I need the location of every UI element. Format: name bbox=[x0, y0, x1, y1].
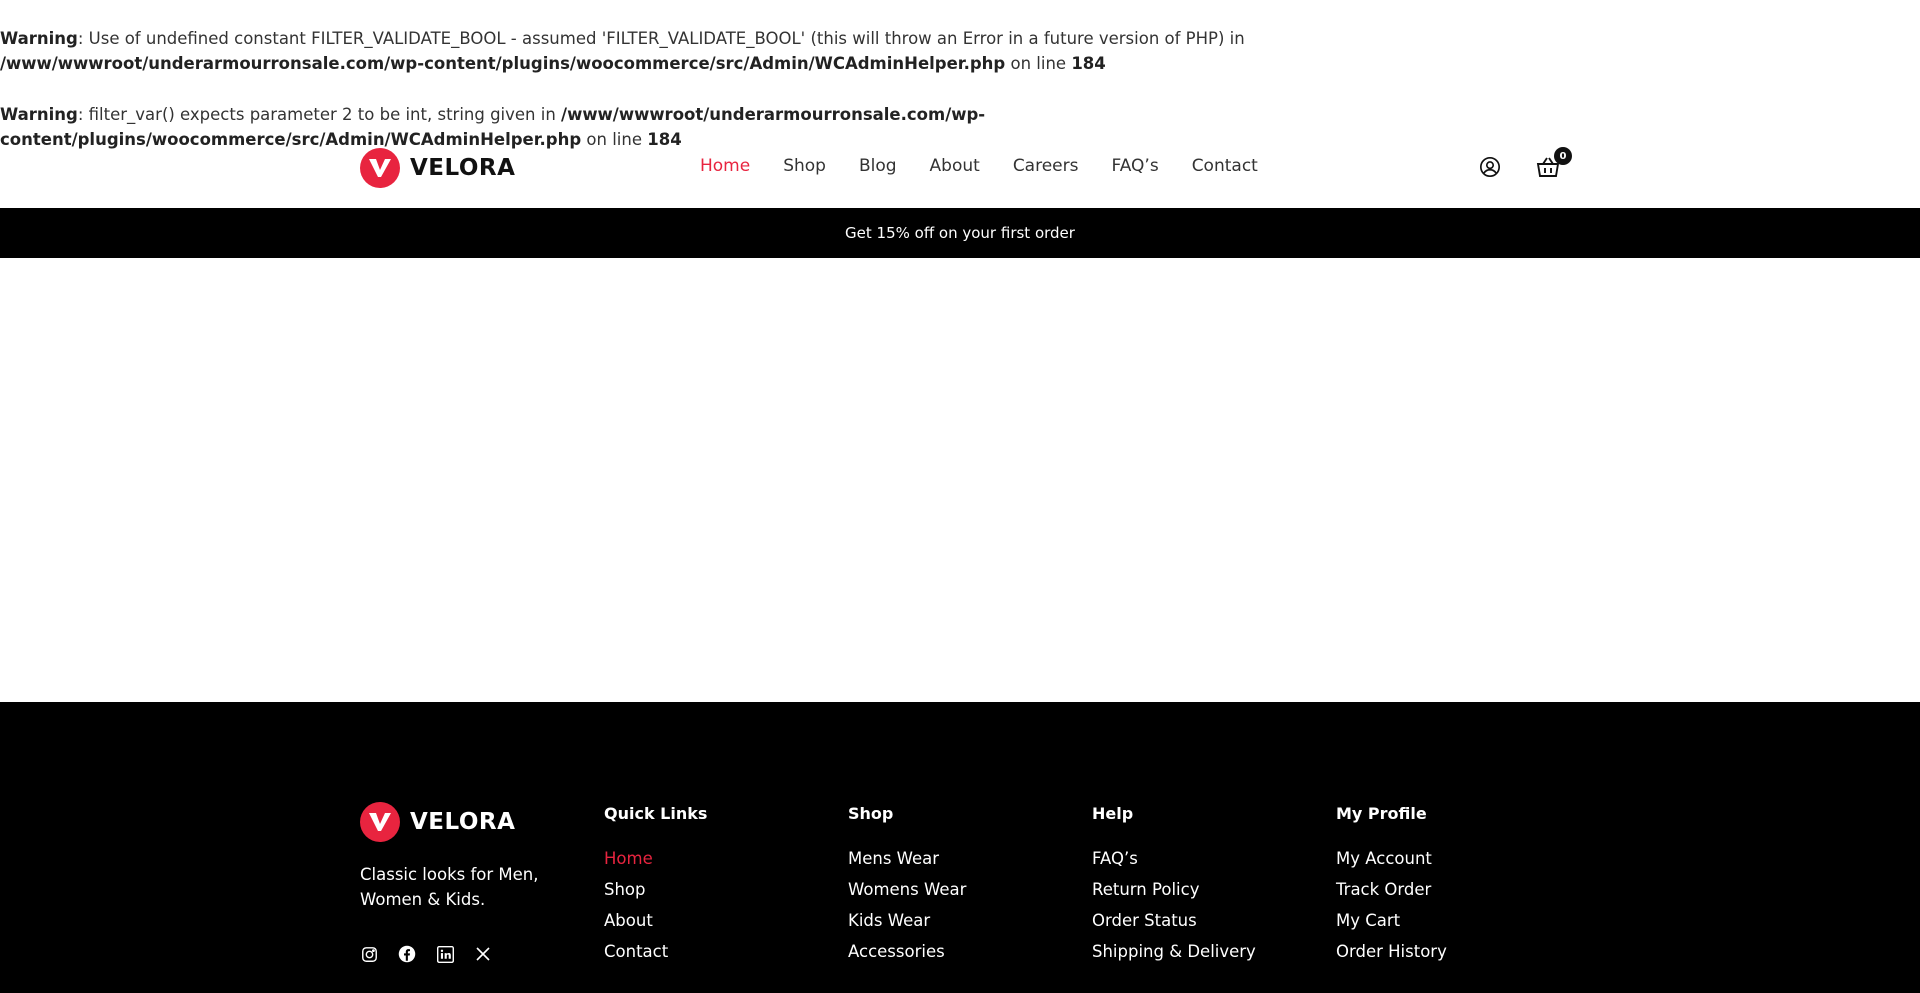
footer-link-home[interactable]: Home bbox=[604, 849, 707, 869]
facebook-icon[interactable] bbox=[398, 945, 416, 963]
site-footer: VELORA Classic looks for Men, Women & Ki… bbox=[0, 702, 1920, 993]
warning-path: /www/wwwroot/underarmourronsale.com/wp-c… bbox=[0, 54, 1006, 73]
logo-mark-icon bbox=[360, 802, 400, 842]
cart-button[interactable]: 0 bbox=[1534, 147, 1572, 181]
main-nav: Home Shop Blog About Careers FAQ’s Conta… bbox=[700, 156, 1258, 176]
x-icon[interactable] bbox=[474, 945, 492, 963]
footer-col-shop: Shop Mens Wear Womens Wear Kids Wear Acc… bbox=[848, 804, 966, 973]
footer-logo[interactable]: VELORA bbox=[360, 802, 515, 842]
nav-item-home[interactable]: Home bbox=[700, 156, 750, 176]
footer-link-my-cart[interactable]: My Cart bbox=[1336, 911, 1447, 931]
footer-col-title: Help bbox=[1092, 804, 1134, 823]
user-circle-icon bbox=[1480, 157, 1500, 177]
footer-col-title: My Profile bbox=[1336, 804, 1427, 823]
footer-col-title: Shop bbox=[848, 804, 894, 823]
footer-tagline: Classic looks for Men, Women & Kids. bbox=[360, 865, 539, 909]
footer-link-track-order[interactable]: Track Order bbox=[1336, 880, 1447, 900]
footer-link-kids-wear[interactable]: Kids Wear bbox=[848, 911, 966, 931]
cart-count-badge: 0 bbox=[1554, 147, 1572, 165]
warning-message: : filter_var() expects parameter 2 to be… bbox=[77, 105, 562, 124]
header-logo[interactable]: VELORA bbox=[360, 148, 515, 188]
footer-link-return-policy[interactable]: Return Policy bbox=[1092, 880, 1256, 900]
footer-link-shipping-delivery[interactable]: Shipping & Delivery bbox=[1092, 942, 1256, 962]
footer-link-accessories[interactable]: Accessories bbox=[848, 942, 966, 962]
footer-link-about[interactable]: About bbox=[604, 911, 707, 931]
social-links bbox=[360, 945, 492, 963]
promo-bar: Get 15% off on your first order bbox=[0, 208, 1920, 258]
nav-item-contact[interactable]: Contact bbox=[1192, 156, 1258, 176]
footer-link-mens-wear[interactable]: Mens Wear bbox=[848, 849, 966, 869]
footer-col-quick-links: Quick Links Home Shop About Contact bbox=[604, 804, 707, 973]
footer-link-shop[interactable]: Shop bbox=[604, 880, 707, 900]
nav-item-blog[interactable]: Blog bbox=[859, 156, 897, 176]
linkedin-icon[interactable] bbox=[436, 945, 454, 963]
warning-label: Warning bbox=[0, 29, 78, 48]
logo-text: VELORA bbox=[410, 155, 516, 181]
php-warning: Warning: Use of undefined constant FILTE… bbox=[0, 26, 1560, 76]
warning-label: Warning bbox=[0, 105, 78, 124]
footer-link-order-history[interactable]: Order History bbox=[1336, 942, 1447, 962]
logo-mark-icon bbox=[360, 148, 400, 188]
footer-link-faqs[interactable]: FAQ’s bbox=[1092, 849, 1256, 869]
footer-link-contact[interactable]: Contact bbox=[604, 942, 707, 962]
promo-text: Get 15% off on your first order bbox=[845, 224, 1075, 242]
footer-col-my-profile: My Profile My Account Track Order My Car… bbox=[1336, 804, 1447, 973]
warning-message: : Use of undefined constant FILTER_VALID… bbox=[77, 29, 1245, 48]
warning-on-line: on line bbox=[1005, 54, 1072, 73]
logo-text: VELORA bbox=[410, 809, 516, 835]
php-warnings: Warning: Use of undefined constant FILTE… bbox=[0, 26, 1560, 152]
nav-item-shop[interactable]: Shop bbox=[783, 156, 826, 176]
footer-link-womens-wear[interactable]: Womens Wear bbox=[848, 880, 966, 900]
footer-link-my-account[interactable]: My Account bbox=[1336, 849, 1447, 869]
site-header: VELORA Home Shop Blog About Careers FAQ’… bbox=[0, 139, 1920, 207]
instagram-icon[interactable] bbox=[360, 945, 378, 963]
nav-item-about[interactable]: About bbox=[930, 156, 980, 176]
warning-line-number: 184 bbox=[1071, 54, 1106, 73]
header-actions: 0 bbox=[1476, 147, 1572, 181]
nav-item-faqs[interactable]: FAQ’s bbox=[1111, 156, 1158, 176]
footer-col-help: Help FAQ’s Return Policy Order Status Sh… bbox=[1092, 804, 1256, 973]
nav-item-careers[interactable]: Careers bbox=[1013, 156, 1079, 176]
footer-link-order-status[interactable]: Order Status bbox=[1092, 911, 1256, 931]
account-button[interactable] bbox=[1476, 153, 1504, 181]
footer-col-title: Quick Links bbox=[604, 804, 708, 823]
